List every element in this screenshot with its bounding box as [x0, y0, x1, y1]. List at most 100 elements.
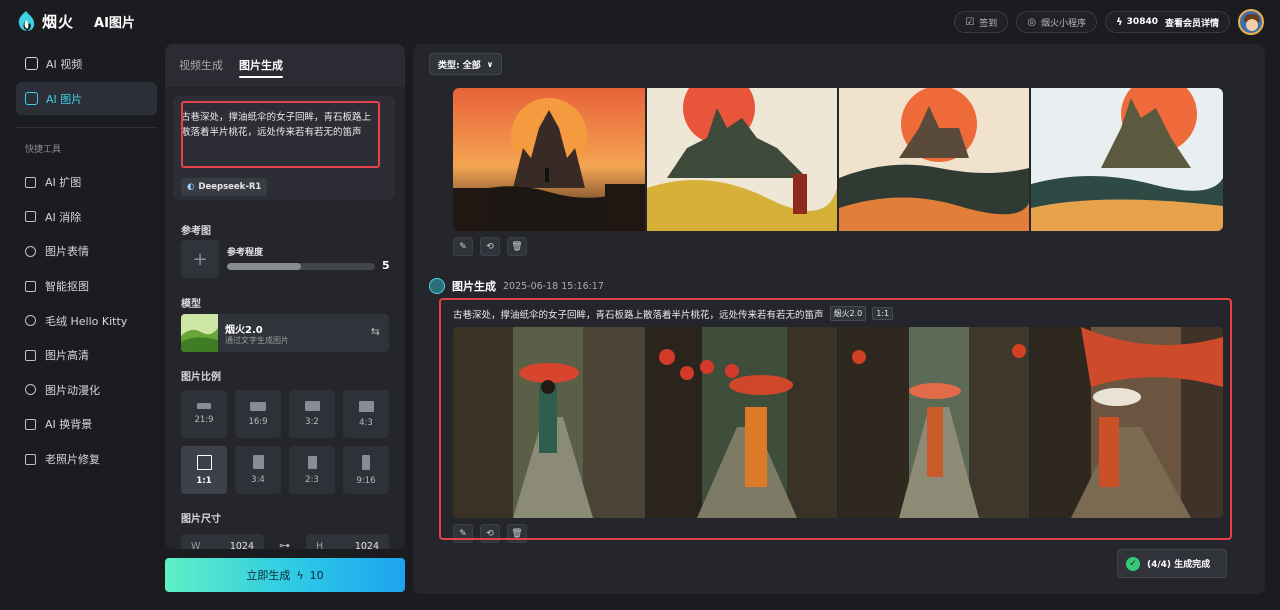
llm-chip-label: Deepseek-R1	[198, 182, 262, 192]
checkin-button[interactable]: ☑ 签到	[954, 11, 1009, 33]
add-reference-image-button[interactable]: +	[181, 240, 219, 278]
ratio-shape-icon	[197, 403, 211, 409]
height-value: 1024	[354, 540, 379, 550]
miniprogram-icon: ◎	[1027, 16, 1037, 28]
tool-ai-background[interactable]: AI 换背景	[16, 407, 157, 442]
miniprogram-button[interactable]: ◎ 烟火小程序	[1016, 11, 1098, 33]
type-filter-dropdown[interactable]: 类型: 全部 ∨	[429, 53, 503, 75]
ratio-option-3-4[interactable]: 3:4	[235, 446, 281, 494]
logo[interactable]: 烟火 AI图片	[16, 10, 135, 32]
prompt-text[interactable]: 古巷深处，撑油纸伞的女子回眸，青石板路上散落着半片桃花，远处传来若有若无的笛声	[181, 110, 374, 140]
tab-image-generation[interactable]: 图片生成	[239, 44, 283, 86]
generation-timestamp: 2025-06-18 15:16:17	[503, 280, 604, 292]
tool-smart-cutout[interactable]: 智能抠图	[16, 269, 157, 304]
sidebar-item-ai-video[interactable]: AI 视频	[16, 47, 157, 80]
ratio-option-21-9[interactable]: 21:9	[181, 390, 227, 438]
refresh-icon[interactable]: ⟲	[480, 237, 500, 256]
model-tag: 烟火2.0	[829, 306, 867, 321]
flame-logo-icon	[18, 11, 35, 31]
product-name: AI图片	[94, 15, 135, 31]
trash-icon[interactable]: 🗑	[507, 524, 527, 543]
model-thumbnail	[181, 314, 218, 352]
tool-ai-outpaint[interactable]: AI 扩图	[16, 165, 157, 200]
model-name: 烟火2.0	[225, 325, 263, 336]
ratio-option-2-3[interactable]: 2:3	[289, 446, 335, 494]
swap-icon[interactable]: ⇆	[371, 325, 380, 338]
membership-button[interactable]: ϟ 30840 查看会员详情	[1105, 11, 1230, 33]
tool-label: 毛绒 Hello Kitty	[45, 314, 128, 328]
result-image[interactable]	[453, 88, 645, 231]
result-image[interactable]	[1031, 327, 1223, 518]
background-icon	[25, 418, 36, 430]
tool-label: 图片高清	[45, 349, 89, 363]
generation-type-icon	[429, 278, 445, 294]
tool-label: 图片动漫化	[45, 383, 100, 397]
reference-strength-slider[interactable]	[227, 263, 375, 270]
user-avatar[interactable]	[1238, 9, 1264, 35]
llm-chip[interactable]: ◐ Deepseek-R1	[181, 178, 268, 196]
trash-icon[interactable]: 🗑	[507, 237, 527, 256]
tool-image-anime[interactable]: 图片动漫化	[16, 373, 157, 408]
ratio-label: 3:4	[251, 475, 265, 485]
points-balance: 30840	[1126, 17, 1158, 27]
tool-label: AI 扩图	[45, 176, 82, 190]
lightning-icon: ϟ	[296, 568, 304, 582]
tool-old-photo-restore[interactable]: 老照片修复	[16, 442, 157, 477]
result-image[interactable]	[1031, 88, 1223, 231]
result-prompt: 古巷深处，撑油纸伞的女子回眸，青石板路上散落着半片桃花，远处传来若有若无的笛声 …	[453, 306, 894, 321]
tool-label: 老照片修复	[45, 453, 100, 467]
width-input[interactable]: W 1024	[181, 534, 264, 549]
results-area: 类型: 全部 ∨ ✎ ⟲ 🗑 图片生成 2025-06-18 15:16:17 …	[413, 44, 1265, 594]
generation-title: 图片生成	[452, 280, 496, 293]
tool-plush-hello-kitty[interactable]: 毛绒 Hello Kitty	[16, 303, 157, 338]
mode-tabs: 视频生成 图片生成	[165, 44, 405, 86]
expand-icon	[25, 176, 36, 188]
ratio-shape-icon	[304, 401, 320, 411]
link-icon[interactable]: ⊶	[279, 539, 290, 549]
ratio-option-9-16[interactable]: 9:16	[343, 446, 389, 494]
tab-video-generation[interactable]: 视频生成	[179, 44, 223, 86]
reference-image-title: 参考图	[181, 226, 211, 237]
tool-image-hd[interactable]: 图片高清	[16, 338, 157, 373]
video-icon	[25, 57, 38, 70]
result-image[interactable]	[453, 327, 645, 518]
tool-image-emoji[interactable]: 图片表情	[16, 234, 157, 269]
ratio-option-3-2[interactable]: 3:2	[289, 390, 335, 438]
ratio-label: 9:16	[356, 475, 376, 486]
result-image[interactable]	[839, 88, 1029, 231]
model-selector[interactable]: 烟火2.0 通过文字生成图片 ⇆	[181, 314, 389, 352]
generation-settings-panel: 视频生成 图片生成 古巷深处，撑油纸伞的女子回眸，青石板路上散落着半片桃花，远处…	[165, 44, 405, 549]
ratio-tag: 1:1	[872, 307, 894, 320]
ratio-shape-icon	[250, 401, 266, 411]
result-image[interactable]	[839, 327, 1029, 518]
tool-ai-erase[interactable]: AI 消除	[16, 200, 157, 235]
ratio-shape-icon	[358, 400, 374, 412]
height-key: H	[316, 540, 324, 550]
pencil-icon[interactable]: ✎	[453, 524, 473, 543]
miniprogram-label: 烟火小程序	[1041, 18, 1087, 29]
width-value: 1024	[229, 540, 254, 550]
sidebar-item-label: AI 图片	[46, 92, 83, 106]
width-key: W	[191, 540, 201, 550]
ratio-option-4-3[interactable]: 4:3	[343, 390, 389, 438]
ratio-title: 图片比例	[181, 372, 221, 383]
sidebar: AI 视频 AI 图片 快捷工具 AI 扩图 AI 消除 图片表情 智能抠图 毛…	[16, 46, 157, 476]
result-image[interactable]	[647, 327, 837, 518]
ratio-option-16-9[interactable]: 16:9	[235, 390, 281, 438]
image-icon	[25, 92, 38, 105]
refresh-icon[interactable]: ⟲	[480, 524, 500, 543]
sidebar-divider	[16, 127, 157, 128]
result-image[interactable]	[647, 88, 837, 231]
ratio-option-1-1[interactable]: 1:1	[181, 446, 227, 494]
tool-label: 图片表情	[45, 245, 89, 259]
generate-button[interactable]: 立即生成 ϟ 10	[165, 558, 405, 592]
sidebar-item-ai-image[interactable]: AI 图片	[16, 82, 157, 115]
ratio-label: 2:3	[305, 474, 319, 485]
height-input[interactable]: H 1024	[306, 534, 389, 549]
generation-status: ✓ (4/4) 生成完成	[1117, 549, 1227, 578]
size-title: 图片尺寸	[181, 514, 221, 525]
ratio-label: 3:2	[305, 417, 319, 427]
pencil-icon[interactable]: ✎	[453, 237, 473, 256]
check-icon: ✓	[1126, 556, 1140, 571]
result-images-alley	[453, 327, 1223, 518]
